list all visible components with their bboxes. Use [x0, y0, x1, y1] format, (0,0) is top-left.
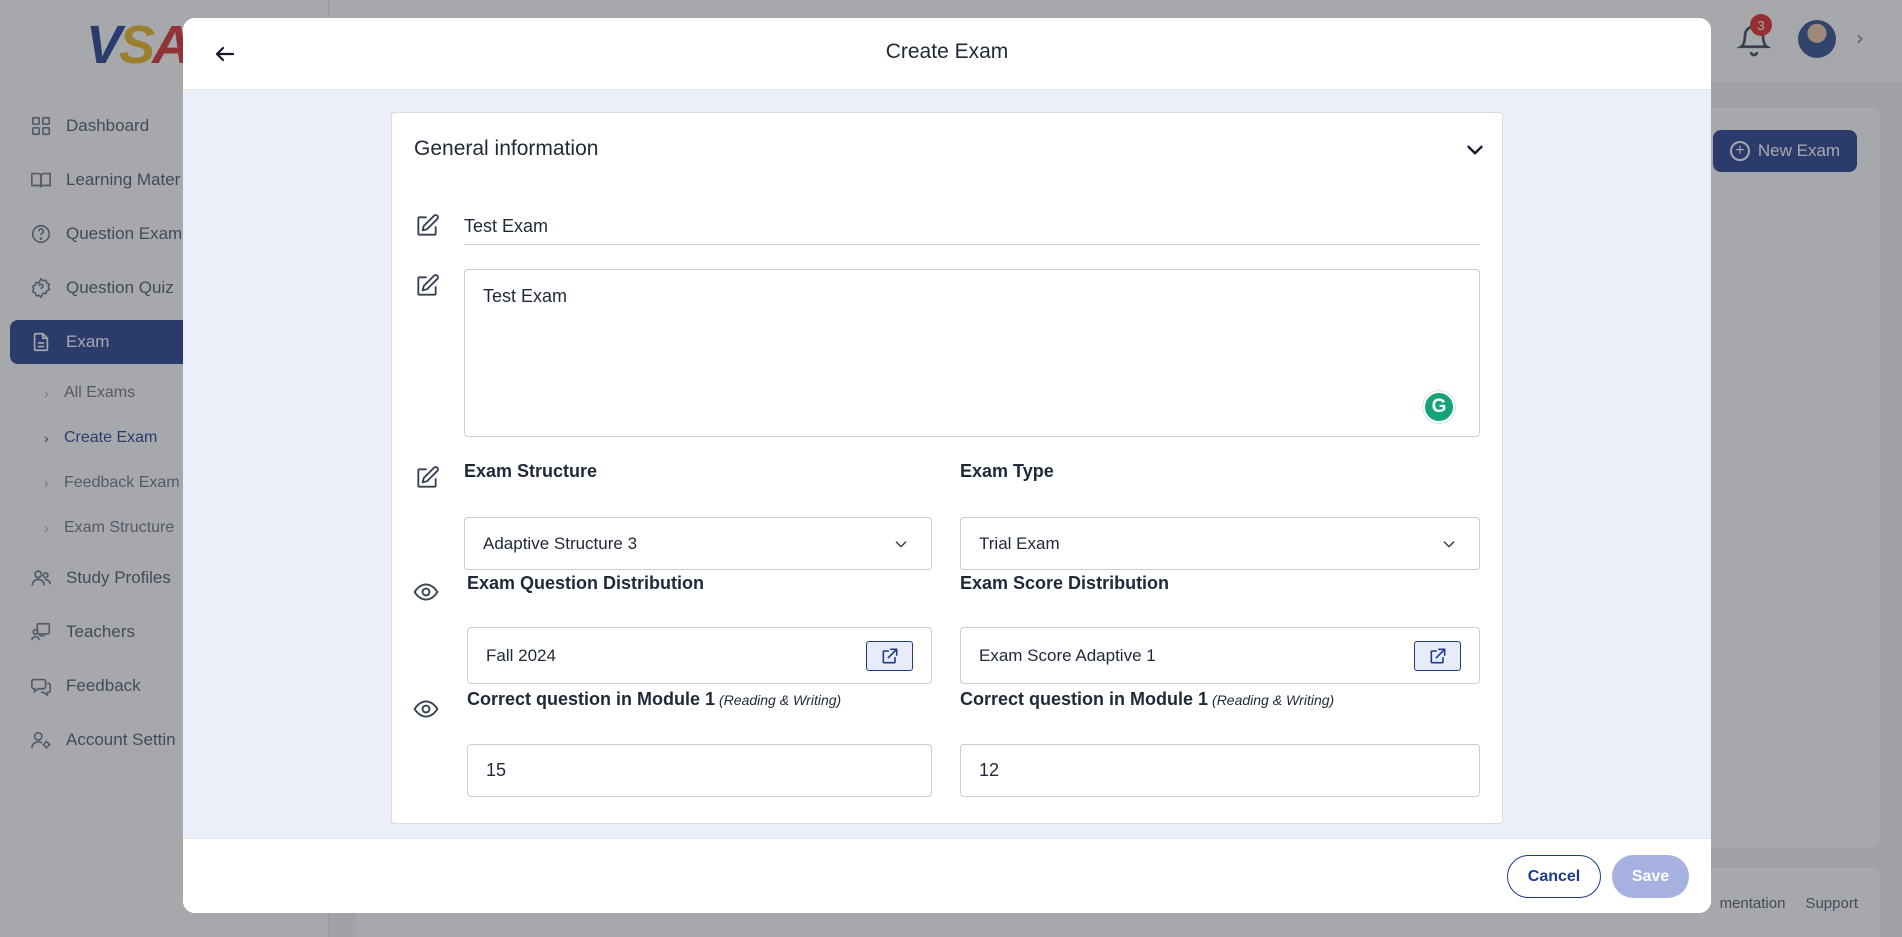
correct-module-left-label: Correct question in Module 1 (Reading & W…	[467, 689, 841, 710]
correct-module-right-hint: (Reading & Writing)	[1212, 692, 1335, 708]
modal-header: Create Exam	[183, 18, 1711, 90]
edit-icon	[414, 213, 440, 239]
exam-structure-label: Exam Structure	[464, 461, 598, 481]
question-distribution-value: Fall 2024	[486, 645, 556, 665]
exam-name-input[interactable]	[464, 203, 1480, 245]
chevron-down-icon	[895, 541, 907, 548]
question-distribution-label: Exam Question Distribution	[467, 573, 705, 593]
create-exam-modal: Create Exam General information Test Exa…	[183, 18, 1711, 913]
cancel-button[interactable]: Cancel	[1507, 855, 1601, 898]
modal-title: Create Exam	[885, 40, 1009, 63]
modal-footer: Cancel Save	[183, 838, 1711, 913]
correct-module-left-hint: (Reading & Writing)	[719, 692, 842, 708]
eye-icon[interactable]	[413, 696, 441, 722]
exam-structure-value: Adaptive Structure 3	[483, 533, 638, 553]
exam-description-textarea[interactable]: Test Exam	[464, 269, 1480, 437]
exam-type-value: Trial Exam	[979, 533, 1060, 553]
chevron-down-icon[interactable]	[1462, 137, 1488, 163]
score-distribution-field[interactable]: Exam Score Adaptive 1	[960, 627, 1480, 684]
correct-module-right-label: Correct question in Module 1 (Reading & W…	[960, 689, 1334, 710]
grammarly-icon[interactable]: G	[1423, 391, 1455, 423]
exam-type-label: Exam Type	[960, 461, 1054, 481]
chevron-down-icon	[1443, 541, 1455, 548]
correct-module-right-input[interactable]	[960, 744, 1480, 797]
external-link-icon	[1430, 648, 1445, 664]
edit-icon	[414, 273, 440, 299]
external-link-icon	[882, 648, 897, 664]
exam-structure-select[interactable]: Adaptive Structure 3	[464, 517, 932, 570]
general-information-card: General information Test Exam G Exam Str…	[391, 112, 1503, 824]
correct-module-right-label-text: Correct question in Module 1	[960, 689, 1209, 709]
edit-icon	[414, 465, 440, 491]
score-distribution-label: Exam Score Distribution	[960, 573, 1170, 593]
open-question-distribution-button[interactable]	[866, 641, 913, 671]
score-distribution-value: Exam Score Adaptive 1	[979, 645, 1156, 665]
exam-type-select[interactable]: Trial Exam	[960, 517, 1480, 570]
question-distribution-field[interactable]: Fall 2024	[467, 627, 932, 684]
correct-module-left-label-text: Correct question in Module 1	[467, 689, 716, 709]
eye-icon[interactable]	[413, 579, 441, 605]
open-score-distribution-button[interactable]	[1414, 641, 1461, 671]
section-title: General information	[414, 137, 599, 160]
correct-module-left-input[interactable]	[467, 744, 932, 797]
save-button[interactable]: Save	[1612, 855, 1689, 898]
